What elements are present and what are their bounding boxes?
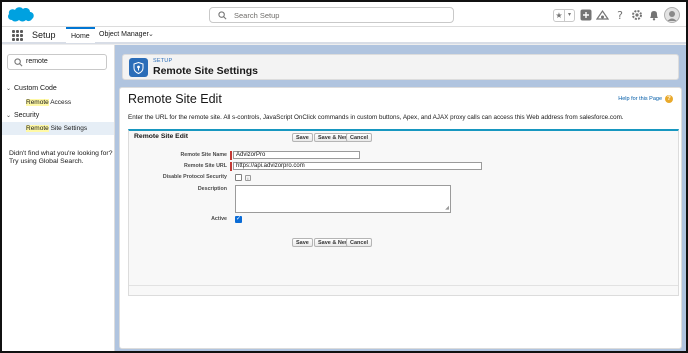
remote-site-url-label: Remote Site URL xyxy=(184,163,227,169)
global-actions-icon[interactable] xyxy=(579,9,592,22)
instructions-text: Enter the URL for the remote site. All s… xyxy=(128,114,624,121)
active-label: Active xyxy=(211,216,227,222)
salesforce-logo[interactable] xyxy=(6,5,36,25)
disable-protocol-security-label: Disable Protocol Security xyxy=(162,174,227,180)
cancel-button-top[interactable]: Cancel xyxy=(346,133,373,142)
form-title: Remote Site Edit xyxy=(134,133,189,140)
chevron-down-icon: ⌄ xyxy=(6,86,12,92)
help-link-label: Help for this Page xyxy=(618,96,662,102)
tab-object-manager[interactable]: Object Manager ⌄ xyxy=(99,27,154,43)
form-divider xyxy=(129,285,678,286)
app-launcher-icon[interactable] xyxy=(12,30,23,41)
sidebar-item-label: Access xyxy=(48,99,72,106)
quick-find-input[interactable]: remote xyxy=(7,54,107,70)
tab-home[interactable]: Home xyxy=(66,27,95,43)
tree-section-label: Custom Code xyxy=(14,85,57,92)
favorites-group: ★ ▾ xyxy=(553,8,575,22)
sidebar-item-remote-access[interactable]: Remote Access xyxy=(26,99,71,106)
help-icon[interactable]: ? xyxy=(613,9,626,22)
tab-home-label: Home xyxy=(71,33,90,40)
active-checkbox[interactable]: ✓ xyxy=(235,216,242,223)
edit-page-title: Remote Site Edit xyxy=(128,92,222,106)
search-icon xyxy=(14,58,23,67)
no-results-line-1: Didn't find what you're looking for? xyxy=(9,150,113,157)
no-results-line-2: Try using Global Search. xyxy=(9,158,84,165)
remote-site-name-label: Remote Site Name xyxy=(180,152,227,158)
info-icon[interactable]: i xyxy=(245,175,251,181)
setup-search-box[interactable]: Search Setup xyxy=(209,7,454,23)
tree-section-custom-code[interactable]: ⌄ Custom Code xyxy=(6,85,57,92)
search-match-highlight: Remote xyxy=(26,125,49,132)
description-textarea[interactable]: ◢ xyxy=(235,185,451,213)
chevron-down-icon[interactable]: ⌄ xyxy=(148,27,154,43)
app-navigation-bar: Setup Home Object Manager ⌄ xyxy=(2,27,686,44)
search-placeholder: Search Setup xyxy=(234,11,280,20)
remote-site-name-input[interactable]: AdvizorPro xyxy=(233,151,360,159)
required-indicator xyxy=(230,162,232,171)
setup-gear-icon[interactable] xyxy=(630,9,643,22)
user-avatar[interactable] xyxy=(664,7,680,23)
save-button-top[interactable]: Save xyxy=(292,133,313,142)
save-button-bottom[interactable]: Save xyxy=(292,238,313,247)
header-icons: ★ ▾ ? xyxy=(553,6,680,24)
remote-site-edit-form: Remote Site Edit Save Save & New Cancel … xyxy=(128,129,679,296)
form-header: Remote Site Edit xyxy=(129,131,678,142)
favorites-star-icon[interactable]: ★ xyxy=(554,10,564,21)
sidebar-item-label: Site Settings xyxy=(48,125,88,132)
disable-protocol-security-checkbox[interactable] xyxy=(235,174,242,181)
main-content: SETUP Remote Site Settings Remote Site E… xyxy=(115,45,686,351)
chevron-down-icon: ⌄ xyxy=(6,113,12,119)
page-title: Remote Site Settings xyxy=(153,65,259,77)
description-label: Description xyxy=(197,186,227,192)
sidebar-item-remote-site-settings[interactable]: Remote Site Settings xyxy=(26,125,87,132)
global-header: Search Setup ★ ▾ ? xyxy=(2,2,686,27)
remote-site-shield-icon xyxy=(129,58,148,77)
breadcrumb[interactable]: SETUP xyxy=(153,58,172,64)
favorites-list-chevron-icon[interactable]: ▾ xyxy=(564,9,574,21)
app-window: Search Setup ★ ▾ ? Setup Home Object Man… xyxy=(2,2,686,351)
notifications-bell-icon[interactable] xyxy=(647,9,660,22)
required-indicator xyxy=(230,151,232,160)
resize-handle-icon[interactable]: ◢ xyxy=(445,206,449,211)
help-question-icon: ? xyxy=(665,95,673,103)
tree-section-security[interactable]: ⌄ Security xyxy=(6,112,39,119)
remote-site-url-input[interactable]: https://api.advizorpro.com xyxy=(233,162,482,170)
cancel-button-bottom[interactable]: Cancel xyxy=(346,238,373,247)
page-header: SETUP Remote Site Settings xyxy=(122,54,679,80)
tab-object-manager-label: Object Manager xyxy=(99,31,149,38)
edit-card: Remote Site Edit Help for this Page ? En… xyxy=(119,87,682,349)
help-for-this-page-link[interactable]: Help for this Page ? xyxy=(618,95,673,103)
tree-section-label: Security xyxy=(14,112,40,119)
quick-find-value: remote xyxy=(26,58,48,65)
search-icon xyxy=(218,11,227,20)
trailhead-icon[interactable] xyxy=(596,9,609,22)
app-name: Setup xyxy=(32,30,56,40)
search-match-highlight: Remote xyxy=(26,99,49,106)
no-results-help: Didn't find what you're looking for? Try… xyxy=(9,150,113,166)
svg-text:?: ? xyxy=(617,9,623,21)
setup-sidebar: remote ⌄ Custom Code Remote Access ⌄ Secur… xyxy=(2,45,115,351)
